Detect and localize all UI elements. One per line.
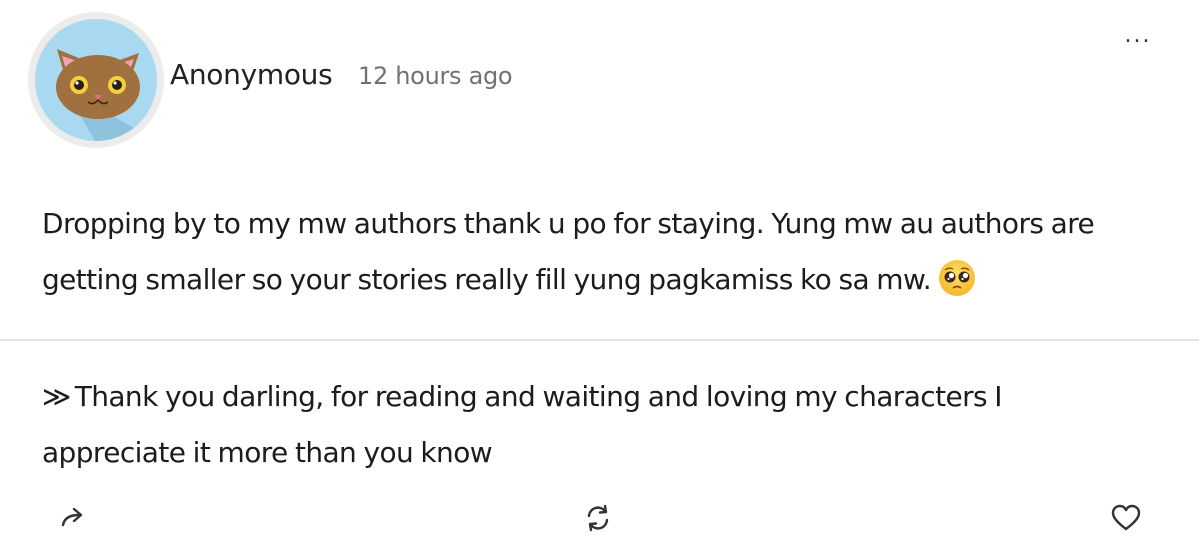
divider xyxy=(0,339,1199,341)
like-button[interactable] xyxy=(1108,500,1144,536)
reply-marker-icon: ≫ xyxy=(42,380,71,413)
reply-text: Thank you darling, for reading and waiti… xyxy=(42,380,1003,469)
author-reply: ≫ Thank you darling, for reading and wait… xyxy=(42,369,1142,481)
cat-icon xyxy=(56,49,157,141)
pleading-face-emoji xyxy=(939,260,976,296)
avatar[interactable] xyxy=(28,12,164,148)
author-name[interactable]: Anonymous xyxy=(170,58,333,91)
avatar-image xyxy=(35,19,157,141)
share-button[interactable] xyxy=(56,500,92,536)
more-options-button[interactable]: ... xyxy=(1118,20,1158,50)
refresh-icon xyxy=(587,504,609,532)
post-message: Dropping by to my mw authors thank u po … xyxy=(42,196,1162,308)
post-card: Anonymous 12 hours ago ... Dropping by t… xyxy=(0,0,1199,546)
repost-button[interactable] xyxy=(580,500,616,536)
heart-icon xyxy=(1111,504,1141,531)
post-timestamp: 12 hours ago xyxy=(358,62,513,90)
share-arrow-icon xyxy=(61,507,83,527)
